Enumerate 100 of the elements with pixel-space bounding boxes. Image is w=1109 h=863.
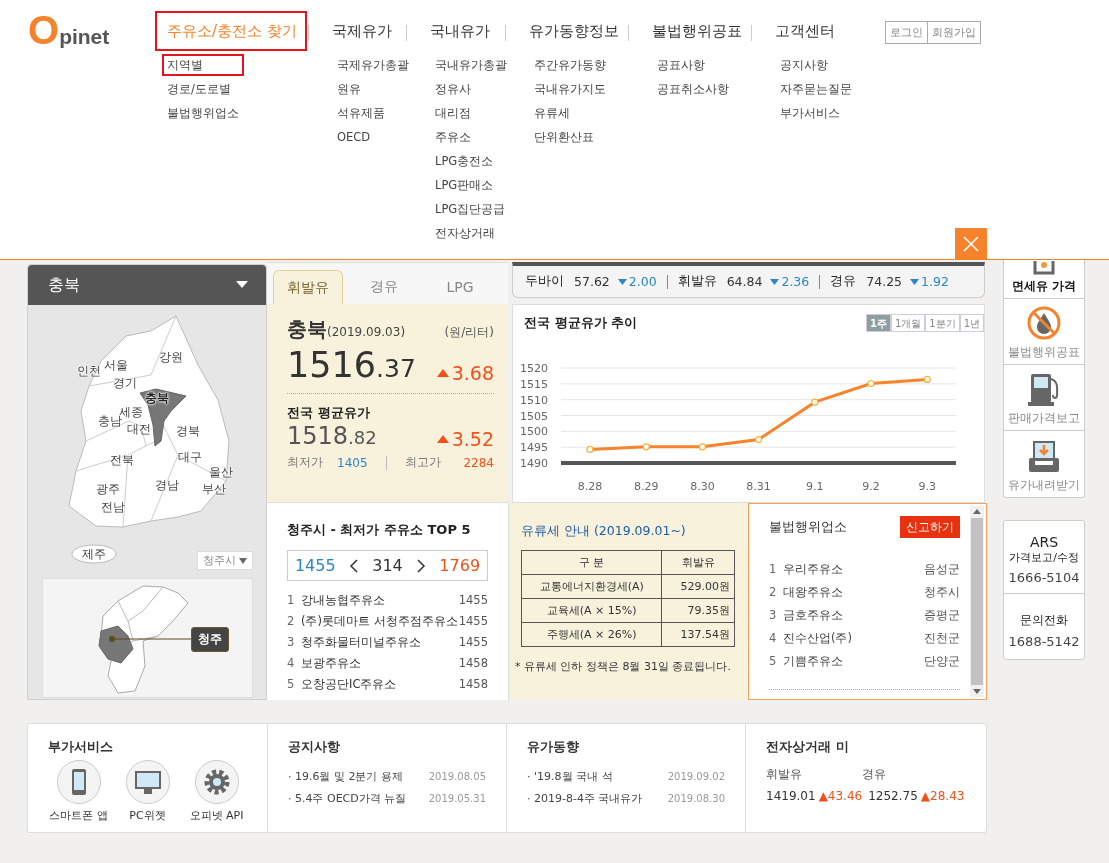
nav-menu-item[interactable]: 불법행위공표 <box>650 11 744 51</box>
submenu-link[interactable]: OECD <box>332 126 414 148</box>
submenu-link[interactable]: 공지사항 <box>775 54 857 76</box>
region-label[interactable]: 전북 <box>110 454 134 466</box>
submenu-link[interactable]: 공표취소사항 <box>652 78 734 100</box>
region-label[interactable]: 울산 <box>209 466 233 478</box>
submenu-link[interactable]: 국내유가지도 <box>529 78 611 100</box>
region-label[interactable]: 서울 <box>104 359 128 371</box>
station-link[interactable]: 우리주유소 <box>783 558 843 581</box>
region-label[interactable]: 전남 <box>101 501 125 513</box>
region-label[interactable]: 부산 <box>202 483 226 495</box>
station-link[interactable]: 보광주유소 <box>301 653 361 674</box>
report-button[interactable]: 신고하기 <box>900 516 960 538</box>
fuel-pump-icon <box>1027 371 1061 407</box>
contact-title: ARS <box>1029 535 1059 550</box>
section-title: 유가동향 <box>527 738 580 756</box>
nav-menu-item[interactable]: 고객센터 <box>773 11 837 51</box>
submenu-link[interactable]: 자주묻는질문 <box>775 78 857 100</box>
news-link[interactable]: · '19.8월 국내 석 <box>527 766 613 788</box>
fuel-label: 휘발유 <box>766 766 802 783</box>
submenu-link[interactable]: 국내유가총괄 <box>430 54 512 76</box>
previous-icon[interactable] <box>349 558 359 573</box>
area-name: 단양군 <box>924 653 960 670</box>
submenu-link[interactable]: 주간유가동향 <box>529 54 611 76</box>
logo[interactable]: Opinet <box>28 10 110 50</box>
min-price: 1405 <box>337 455 368 470</box>
news-link[interactable]: · 5.4주 OECD가격 뉴질 <box>288 788 407 810</box>
submenu-link[interactable]: 지역별 <box>162 54 244 76</box>
submenu-link[interactable]: LPG판매소 <box>430 174 512 196</box>
submenu-link[interactable]: LPG충전소 <box>430 150 512 172</box>
fuel-tab[interactable]: 휘발유 <box>273 270 343 304</box>
station-price: 1458 <box>458 676 488 693</box>
next-icon[interactable] <box>416 558 426 573</box>
submenu-link[interactable]: 전자상거래 <box>430 222 512 244</box>
submenu-link[interactable]: 대리점 <box>430 102 512 124</box>
city-dropdown[interactable]: 청주시 <box>197 551 253 570</box>
region-label[interactable]: 강원 <box>159 351 183 363</box>
period-tab[interactable]: 1개월 <box>890 314 926 332</box>
data-point <box>867 379 875 388</box>
station-link[interactable]: 청주화물터미널주유소 <box>301 632 421 653</box>
submenu-link[interactable]: 원유 <box>332 78 414 100</box>
submenu-link[interactable]: 정유사 <box>430 78 512 100</box>
station-link[interactable]: 기쁨주유소 <box>783 650 843 673</box>
account-link[interactable]: 회원가입 <box>928 21 981 44</box>
table-cell: 529.00원 <box>661 574 735 599</box>
submenu-link[interactable]: 단위환산표 <box>529 126 611 148</box>
submenu-link[interactable]: 유류세 <box>529 102 611 124</box>
station-link[interactable]: 오창공단IC주유소 <box>301 674 397 695</box>
close-button[interactable] <box>955 228 987 260</box>
region-dropdown[interactable]: 충북 <box>28 265 266 305</box>
triangle-icon <box>910 278 920 285</box>
region-label[interactable]: 충북 <box>145 392 169 404</box>
submenu-link[interactable]: 경로/도로별 <box>162 78 244 100</box>
scroll-down-icon[interactable] <box>973 689 981 694</box>
ticker-value: 64.84 <box>726 274 763 289</box>
quick-menu-item[interactable]: 유가내려받기 <box>1004 431 1084 497</box>
ticker-change: 2.36 <box>770 274 810 289</box>
station-link[interactable]: 강내농협주유소 <box>301 590 385 611</box>
quick-menu-item[interactable]: 면세유 가격 <box>1004 229 1084 299</box>
submenu-link[interactable]: 공표사항 <box>652 54 734 76</box>
quick-menu-item[interactable]: 판매가격보고 <box>1004 365 1084 431</box>
triangle-icon <box>770 278 780 285</box>
region-label[interactable]: 경남 <box>155 479 179 491</box>
nav-menu-item[interactable]: 국제유가 <box>330 11 394 51</box>
rank-number: 1 <box>287 592 296 609</box>
scroll-up-icon[interactable] <box>973 509 981 514</box>
nav-menu-item[interactable]: 유가동향정보 <box>527 11 621 51</box>
period-tab[interactable]: 1년 <box>959 314 984 332</box>
rank-number: 5 <box>769 653 778 670</box>
station-link[interactable]: 대왕주유소 <box>783 581 843 604</box>
station-price: 1458 <box>458 655 488 672</box>
submenu-link[interactable]: LPG집단공급 <box>430 198 512 220</box>
rank-number: 2 <box>287 613 296 630</box>
submenu-link[interactable]: 석유제품 <box>332 102 414 124</box>
region-label[interactable]: 대구 <box>178 451 202 463</box>
region-label[interactable]: 경기 <box>113 377 137 389</box>
submenu-link[interactable]: 국제유가총괄 <box>332 54 414 76</box>
period-tab[interactable]: 1분기 <box>925 314 960 332</box>
region-label[interactable]: 광주 <box>96 483 120 495</box>
axis-label: 1515 <box>520 377 548 391</box>
account-link[interactable]: 로그인 <box>885 21 928 44</box>
table-cell: 교육세(A × 15%) <box>521 598 662 623</box>
submenu-link[interactable]: 부가서비스 <box>775 102 857 124</box>
axis-label: 8.30 <box>690 480 715 493</box>
region-label[interactable]: 경북 <box>176 425 200 437</box>
station-link[interactable]: 진수산업(주) <box>783 627 852 650</box>
submenu-link[interactable]: 불법행위업소 <box>162 102 244 124</box>
quick-menu-item[interactable]: 불법행위공표 <box>1004 299 1084 365</box>
region-label[interactable]: 대전 <box>127 423 151 435</box>
data-point <box>586 445 594 453</box>
submenu-link[interactable]: 주유소 <box>430 126 512 148</box>
nav-menu-item[interactable]: 국내유가 <box>428 11 492 51</box>
news-link[interactable]: · 19.6월 및 2분기 용제 <box>288 766 403 788</box>
news-link[interactable]: · 2019-8-4주 국내유가 <box>527 788 643 810</box>
station-link[interactable]: (주)롯데마트 서청주점주유소 <box>301 611 458 632</box>
fuel-label: 경유 <box>862 766 886 783</box>
column-header: 구 분 <box>521 550 662 575</box>
region-label[interactable]: 인천 <box>77 365 101 377</box>
station-link[interactable]: 금호주유소 <box>783 604 843 627</box>
scrollbar[interactable] <box>970 506 984 697</box>
